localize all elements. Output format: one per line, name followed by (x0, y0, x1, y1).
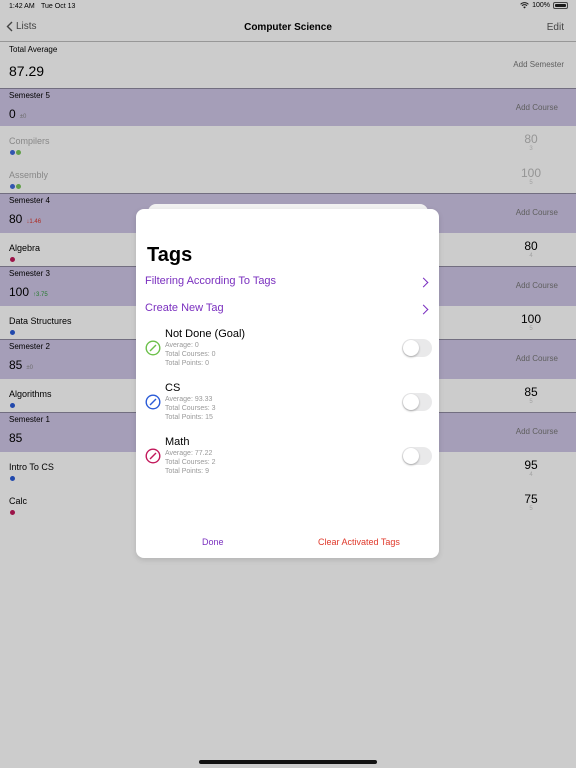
chevron-right-icon (418, 277, 429, 288)
tag-row: CS Average: 93.33 Total Courses: 3 Total Po… (136, 382, 439, 432)
tags-modal: Tags Filtering According To Tags Create … (136, 209, 439, 558)
tag-color-icon (145, 394, 161, 410)
filtering-tags-link[interactable]: Filtering According To Tags (145, 275, 433, 291)
tag-total-points: Total Points: 9 (165, 468, 209, 475)
tag-average: Average: 93.33 (165, 396, 213, 403)
tag-color-icon (145, 448, 161, 464)
tag-row: Math Average: 77.22 Total Courses: 2 Total … (136, 436, 439, 486)
tag-total-courses: Total Courses: 2 (165, 459, 216, 466)
modal-title: Tags (147, 244, 193, 266)
tag-average: Average: 0 (165, 342, 199, 349)
create-tag-link[interactable]: Create New Tag (145, 302, 433, 318)
done-button[interactable]: Done (202, 537, 224, 547)
tag-row: Not Done (Goal) Average: 0 Total Courses: … (136, 328, 439, 378)
tag-toggle[interactable] (402, 447, 432, 465)
clear-activated-tags-button[interactable]: Clear Activated Tags (318, 537, 400, 547)
create-tag-label: Create New Tag (145, 302, 224, 314)
tag-color-icon (145, 340, 161, 356)
home-indicator (199, 760, 377, 764)
tag-total-courses: Total Courses: 0 (165, 351, 216, 358)
tag-name: Math (165, 436, 190, 448)
tag-toggle[interactable] (402, 393, 432, 411)
tag-total-points: Total Points: 0 (165, 360, 209, 367)
tag-name: CS (165, 382, 181, 394)
tag-total-points: Total Points: 15 (165, 414, 213, 421)
tag-average: Average: 77.22 (165, 450, 213, 457)
tag-toggle[interactable] (402, 339, 432, 357)
filtering-tags-label: Filtering According To Tags (145, 275, 277, 287)
tag-total-courses: Total Courses: 3 (165, 405, 216, 412)
chevron-right-icon (418, 304, 429, 315)
tag-name: Not Done (Goal) (165, 328, 246, 340)
